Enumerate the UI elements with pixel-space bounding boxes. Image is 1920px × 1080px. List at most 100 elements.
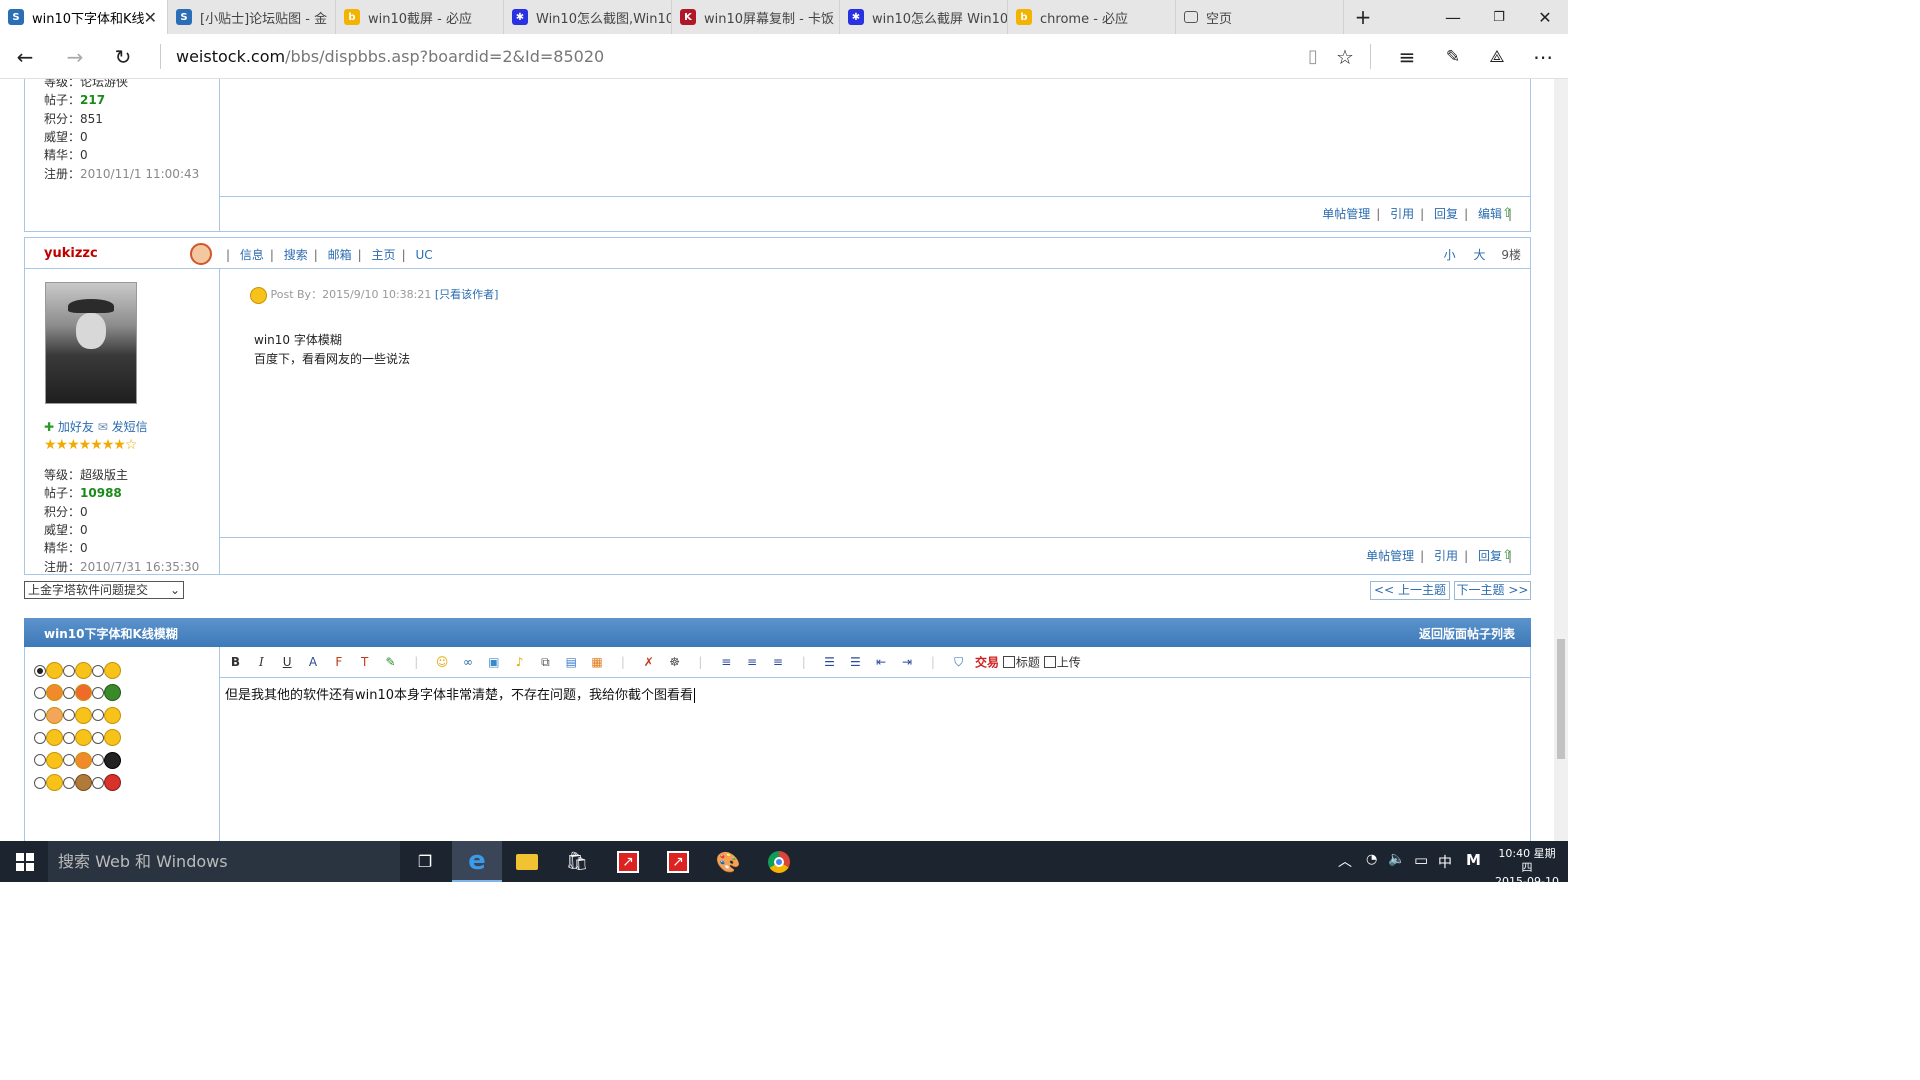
homepage-link[interactable]: 主页 (372, 248, 396, 262)
taskbar-search-input[interactable]: 搜索 Web 和 Windows (48, 841, 400, 882)
action-center-icon[interactable]: ▭ (1414, 851, 1428, 869)
scrollbar-thumb[interactable] (1557, 639, 1565, 759)
forum-jump-select[interactable]: 上金字塔软件问题提交 ⌄ (24, 581, 184, 599)
align-right-icon[interactable]: ≡ (768, 653, 787, 671)
back-arrow-icon[interactable]: ← (2, 34, 48, 79)
insert-image-icon[interactable]: ▣ (484, 653, 503, 671)
add-friend-link[interactable]: 加好友 (58, 420, 94, 434)
ime-indicator[interactable]: 中 (1438, 852, 1452, 872)
show-hidden-icons-chevron-icon[interactable]: ︿ (1338, 851, 1352, 871)
tab-baidu-win10-screenshot[interactable]: ✱ Win10怎么截图,Win10 (504, 0, 672, 34)
minimize-button[interactable]: — (1430, 0, 1476, 34)
emoticon-insert-icon[interactable]: ☺ (433, 653, 452, 671)
unordered-list-icon[interactable]: ☰ (846, 653, 865, 671)
manage-post-link[interactable]: 单帖管理 (1322, 207, 1370, 221)
maximize-button[interactable]: ❐ (1476, 0, 1522, 34)
only-author-link[interactable]: [只看该作者] (435, 288, 499, 301)
search-link[interactable]: 搜索 (284, 248, 308, 262)
next-topic-button[interactable]: 下一主题 >> (1454, 581, 1531, 600)
manage-post-link[interactable]: 单帖管理 (1366, 549, 1414, 563)
font-size-icon[interactable]: A (303, 653, 322, 671)
store-icon[interactable]: 🛍 (552, 841, 602, 882)
window-close-button[interactable]: ✕ (1522, 0, 1568, 34)
tab-win10-font[interactable]: S win10下字体和K线 ✕ (0, 0, 168, 34)
share-icon[interactable]: ⟁ (1474, 34, 1520, 79)
emoticon-radio[interactable] (34, 754, 46, 767)
volume-icon[interactable]: 🔈 (1388, 851, 1405, 867)
table-icon[interactable]: ▦ (588, 653, 607, 671)
bold-icon[interactable]: B (226, 653, 245, 671)
upload-checkbox[interactable] (1043, 656, 1056, 668)
reply-link[interactable]: 回复 (1478, 549, 1502, 563)
hub-icon[interactable]: ≡ (1384, 34, 1430, 79)
prev-topic-button[interactable]: << 上一主题 (1370, 581, 1450, 600)
file-explorer-icon[interactable] (502, 841, 552, 882)
uc-link[interactable]: UC (415, 248, 432, 262)
indent-icon[interactable]: ⇥ (898, 653, 917, 671)
back-to-top-icon[interactable]: ⇧ (1502, 206, 1513, 221)
chrome-icon[interactable] (754, 841, 804, 882)
refresh-icon[interactable]: ↻ (100, 34, 146, 79)
emoticon-radio[interactable] (34, 664, 46, 677)
spider-icon[interactable]: ☸ (665, 653, 684, 671)
send-message-link[interactable]: 发短信 (112, 420, 148, 434)
wifi-icon[interactable]: ◔ (1366, 852, 1377, 867)
media-icon[interactable]: ▤ (562, 653, 581, 671)
address-input[interactable]: weistock.com/bbs/dispbbs.asp?boardid=2&I… (176, 34, 604, 79)
start-windows-icon[interactable] (0, 841, 50, 882)
quote-link[interactable]: 引用 (1390, 207, 1414, 221)
font-color-icon[interactable]: T (355, 653, 374, 671)
back-to-top-icon[interactable]: ⇧ (1502, 548, 1513, 563)
tab-kafan[interactable]: K win10屏幕复制 - 卡饭 (672, 0, 840, 34)
weistock-app-icon[interactable]: ↗ (653, 841, 703, 882)
highlight-icon[interactable]: ✎ (381, 653, 400, 671)
emoticon-radio[interactable] (63, 776, 75, 789)
task-view-icon[interactable]: ❐ (400, 841, 450, 882)
shield-icon[interactable]: ⛉ (949, 653, 968, 671)
font-family-icon[interactable]: F (329, 653, 348, 671)
emoticon-radio[interactable] (92, 709, 104, 722)
outdent-icon[interactable]: ⇤ (872, 653, 891, 671)
user-avatar-icon[interactable] (190, 243, 212, 265)
close-icon[interactable]: ✕ (144, 8, 157, 27)
tab-blank[interactable]: 空页 (1176, 0, 1344, 34)
tab-bing-win10-screenshot[interactable]: b win10截屏 - 必应 (336, 0, 504, 34)
tab-bing-chrome[interactable]: b chrome - 必应 (1008, 0, 1176, 34)
emoticon-radio[interactable] (34, 731, 46, 744)
forward-arrow-icon[interactable]: → (52, 34, 98, 79)
title-checkbox[interactable] (1002, 656, 1015, 668)
font-large-link[interactable]: 大 (1474, 248, 1486, 262)
back-to-list-link[interactable]: 返回版面帖子列表 (1419, 625, 1515, 642)
code-icon[interactable]: ⧉ (536, 653, 555, 671)
edge-browser-icon[interactable]: e (452, 841, 502, 882)
web-note-icon[interactable]: ✎ (1430, 34, 1476, 79)
emoticon-radio[interactable] (92, 731, 104, 744)
underline-icon[interactable]: U (278, 653, 297, 671)
emoticon-radio[interactable] (92, 686, 104, 699)
italic-icon[interactable]: I (252, 653, 271, 671)
emoticon-radio[interactable] (92, 754, 104, 767)
trade-button[interactable]: 交易 (975, 656, 999, 670)
vertical-scrollbar[interactable] (1554, 79, 1568, 841)
info-link[interactable]: 信息 (240, 248, 264, 262)
favorite-star-icon[interactable]: ☆ (1322, 34, 1368, 79)
paint-icon[interactable]: 🎨 (703, 841, 753, 882)
emoticon-radio[interactable] (92, 664, 104, 677)
reply-textarea[interactable]: 但是我其他的软件还有win10本身字体非常清楚，不存在问题，我给你截个图看看 (220, 678, 1530, 841)
eraser-icon[interactable]: ✗ (639, 653, 658, 671)
ime-mode-icon[interactable]: M (1466, 851, 1481, 869)
clock[interactable]: 10:40 星期四 2015-09-10 (1494, 847, 1560, 889)
emoticon-radio[interactable] (63, 754, 75, 767)
emoticon-radio[interactable] (63, 709, 75, 722)
username[interactable]: yukizzc (44, 246, 98, 261)
font-small-link[interactable]: 小 (1444, 248, 1456, 262)
quote-link[interactable]: 引用 (1434, 549, 1458, 563)
weistock-app-icon[interactable]: ↗ (603, 841, 653, 882)
ordered-list-icon[interactable]: ☰ (820, 653, 839, 671)
edit-link[interactable]: 编辑 (1478, 207, 1502, 221)
tab-forum-tips[interactable]: S [小贴士]论坛贴图 - 金 (168, 0, 336, 34)
emoticon-radio[interactable] (63, 731, 75, 744)
align-center-icon[interactable]: ≡ (743, 653, 762, 671)
new-tab-button[interactable]: + (1340, 0, 1386, 34)
emoticon-radio[interactable] (63, 686, 75, 699)
